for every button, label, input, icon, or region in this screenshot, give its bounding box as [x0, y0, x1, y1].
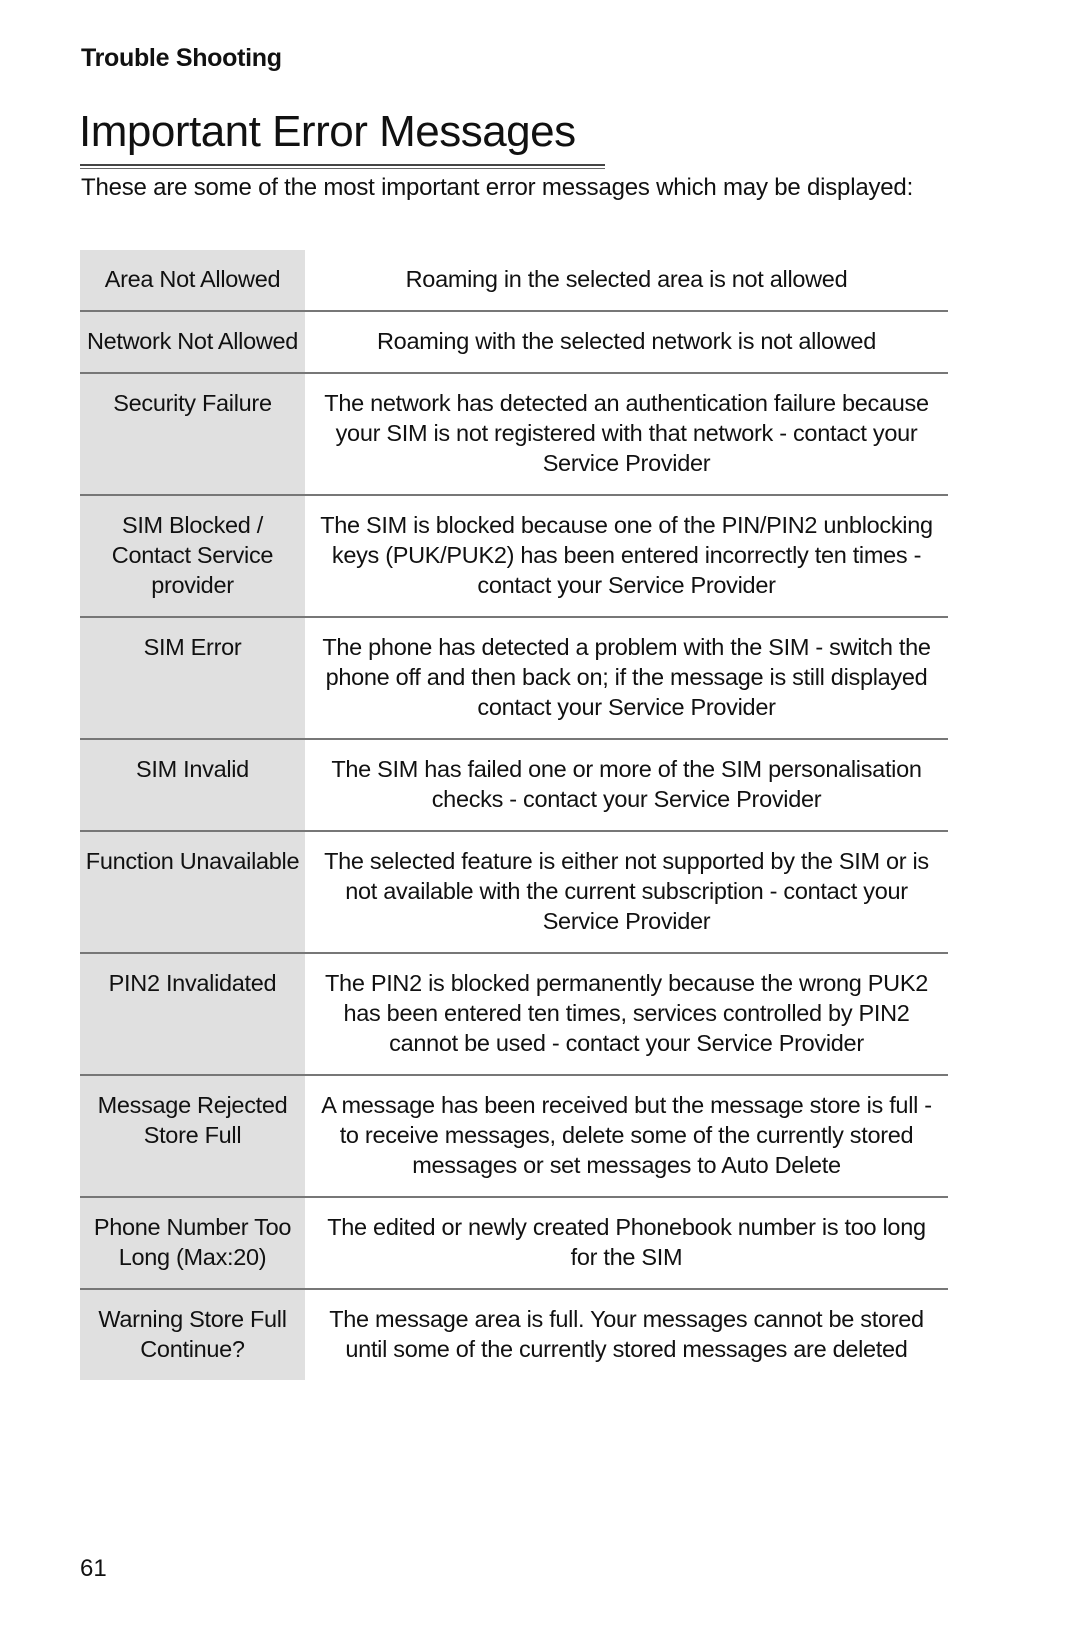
error-description: The network has detected an authenticati… [324, 390, 929, 476]
table-row: Function Unavailable The selected featur… [80, 832, 948, 954]
error-description: The SIM has failed one or more of the SI… [331, 756, 922, 812]
error-description: Roaming with the selected network is not… [377, 328, 876, 354]
table-row: PIN2 Invalidated The PIN2 is blocked per… [80, 954, 948, 1076]
error-description: Roaming in the selected area is not allo… [405, 266, 848, 292]
table-row: Phone Number Too Long (Max:20) The edite… [80, 1198, 948, 1290]
error-message-name: Message Rejected Store Full [80, 1076, 305, 1196]
intro-paragraph: These are some of the most important err… [81, 174, 914, 201]
table-row: Network Not Allowed Roaming with the sel… [80, 312, 948, 374]
error-message-name: Security Failure [80, 374, 305, 494]
error-message-name: Function Unavailable [80, 832, 305, 952]
section-label: Trouble Shooting [81, 44, 282, 72]
error-description: The phone has detected a problem with th… [322, 634, 931, 720]
table-row: Warning Store Full Continue? The message… [80, 1290, 948, 1380]
table-row: SIM Invalid The SIM has failed one or mo… [80, 740, 948, 832]
error-message-name: SIM Blocked / Contact Service provider [80, 496, 305, 616]
error-description: The message area is full. Your messages … [329, 1306, 924, 1362]
page-number: 61 [80, 1555, 107, 1582]
table-row: Area Not Allowed Roaming in the selected… [80, 250, 948, 312]
error-description: The SIM is blocked because one of the PI… [320, 512, 933, 598]
table-row: Security Failure The network has detecte… [80, 374, 948, 496]
error-message-name: Phone Number Too Long (Max:20) [80, 1198, 305, 1288]
title-underline [80, 164, 605, 169]
error-message-name: Warning Store Full Continue? [80, 1290, 305, 1380]
table-row: Message Rejected Store Full A message ha… [80, 1076, 948, 1198]
error-description: The edited or newly created Phonebook nu… [327, 1214, 926, 1270]
error-message-name: PIN2 Invalidated [80, 954, 305, 1074]
error-messages-table: Area Not Allowed Roaming in the selected… [80, 250, 948, 1380]
table-row: SIM Error The phone has detected a probl… [80, 618, 948, 740]
error-message-name: SIM Error [80, 618, 305, 738]
error-description: The PIN2 is blocked permanently because … [325, 970, 928, 1056]
error-message-name: SIM Invalid [80, 740, 305, 830]
error-description: The selected feature is either not suppo… [324, 848, 929, 934]
table-row: SIM Blocked / Contact Service provider T… [80, 496, 948, 618]
page-title: Important Error Messages [79, 107, 576, 156]
error-description: A message has been received but the mess… [321, 1092, 932, 1178]
error-message-name: Area Not Allowed [80, 250, 305, 310]
error-message-name: Network Not Allowed [80, 312, 305, 372]
